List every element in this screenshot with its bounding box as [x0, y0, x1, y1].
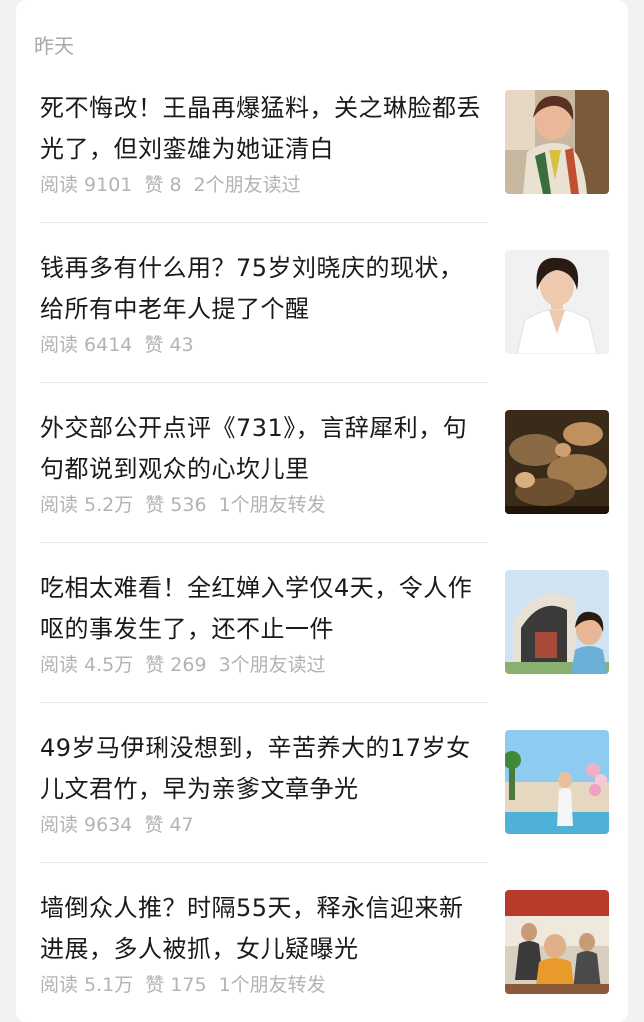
article-meta: 阅读 9634 赞 47 — [40, 812, 218, 838]
friend-activity: 3个朋友读过 — [218, 654, 326, 676]
friend-activity: 2个朋友读过 — [193, 174, 301, 196]
article-thumbnail[interactable] — [505, 570, 609, 674]
like-count: 赞 43 — [144, 334, 194, 356]
article-thumbnail[interactable] — [505, 730, 609, 834]
article-item[interactable]: 49岁马伊琍没想到，辛苦养大的17岁女儿文君竹，早为亲爹文章争光 阅读 9634… — [40, 728, 610, 888]
article-title[interactable]: 49岁马伊琍没想到，辛苦养大的17岁女儿文君竹，早为亲爹文章争光 — [40, 728, 485, 810]
article-item[interactable]: 外交部公开点评《731》，言辞犀利，句句都说到观众的心坎儿里 阅读 5.2万赞 … — [40, 408, 610, 568]
article-title[interactable]: 墙倒众人推？时隔55天，释永信迎来新进展，多人被抓，女儿疑曝光 — [40, 888, 485, 970]
article-title[interactable]: 吃相太难看！全红婵入学仅4天，令人作呕的事发生了，还不止一件 — [40, 568, 485, 650]
article-list-card: 昨天 死不悔改！王晶再爆猛料，关之琳脸都丢光了，但刘銮雄为她证清白 阅读 910… — [16, 0, 628, 1022]
friend-activity: 1个朋友转发 — [218, 494, 326, 516]
read-count: 阅读 6414 — [40, 334, 133, 356]
friend-activity: 1个朋友转发 — [218, 974, 326, 996]
item-divider — [40, 542, 488, 543]
like-count: 赞 175 — [145, 974, 207, 996]
like-count: 赞 47 — [144, 814, 194, 836]
like-count: 赞 8 — [144, 174, 182, 196]
like-count: 赞 536 — [145, 494, 207, 516]
article-title[interactable]: 钱再多有什么用？75岁刘晓庆的现状，给所有中老年人提了个醒 — [40, 248, 485, 330]
article-item[interactable]: 吃相太难看！全红婵入学仅4天，令人作呕的事发生了，还不止一件 阅读 4.5万赞 … — [40, 568, 610, 728]
read-count: 阅读 9634 — [40, 814, 133, 836]
article-meta: 阅读 5.2万赞 536 1个朋友转发 — [40, 492, 338, 518]
like-count: 赞 269 — [145, 654, 207, 676]
article-thumbnail[interactable] — [505, 90, 609, 194]
item-divider — [40, 862, 488, 863]
article-title[interactable]: 外交部公开点评《731》，言辞犀利，句句都说到观众的心坎儿里 — [40, 408, 485, 490]
article-item[interactable]: 钱再多有什么用？75岁刘晓庆的现状，给所有中老年人提了个醒 阅读 6414 赞 4… — [40, 248, 610, 408]
article-title[interactable]: 死不悔改！王晶再爆猛料，关之琳脸都丢光了，但刘銮雄为她证清白 — [40, 88, 485, 170]
article-meta: 阅读 6414 赞 43 — [40, 332, 218, 358]
article-thumbnail[interactable] — [505, 250, 609, 354]
article-item[interactable]: 墙倒众人推？时隔55天，释永信迎来新进展，多人被抓，女儿疑曝光 阅读 5.1万赞… — [40, 888, 610, 1022]
read-count: 阅读 5.1万 — [40, 974, 134, 996]
item-divider — [40, 222, 488, 223]
section-label-yesterday: 昨天 — [34, 34, 74, 58]
article-meta: 阅读 9101 赞 8 2个朋友读过 — [40, 172, 313, 198]
item-divider — [40, 702, 488, 703]
read-count: 阅读 4.5万 — [40, 654, 134, 676]
read-count: 阅读 5.2万 — [40, 494, 134, 516]
article-meta: 阅读 4.5万赞 269 3个朋友读过 — [40, 652, 338, 678]
article-thumbnail[interactable] — [505, 410, 609, 514]
article-thumbnail[interactable] — [505, 890, 609, 994]
article-item[interactable]: 死不悔改！王晶再爆猛料，关之琳脸都丢光了，但刘銮雄为她证清白 阅读 9101 赞 … — [40, 88, 610, 248]
item-divider — [40, 382, 488, 383]
article-meta: 阅读 5.1万赞 175 1个朋友转发 — [40, 972, 338, 998]
read-count: 阅读 9101 — [40, 174, 133, 196]
